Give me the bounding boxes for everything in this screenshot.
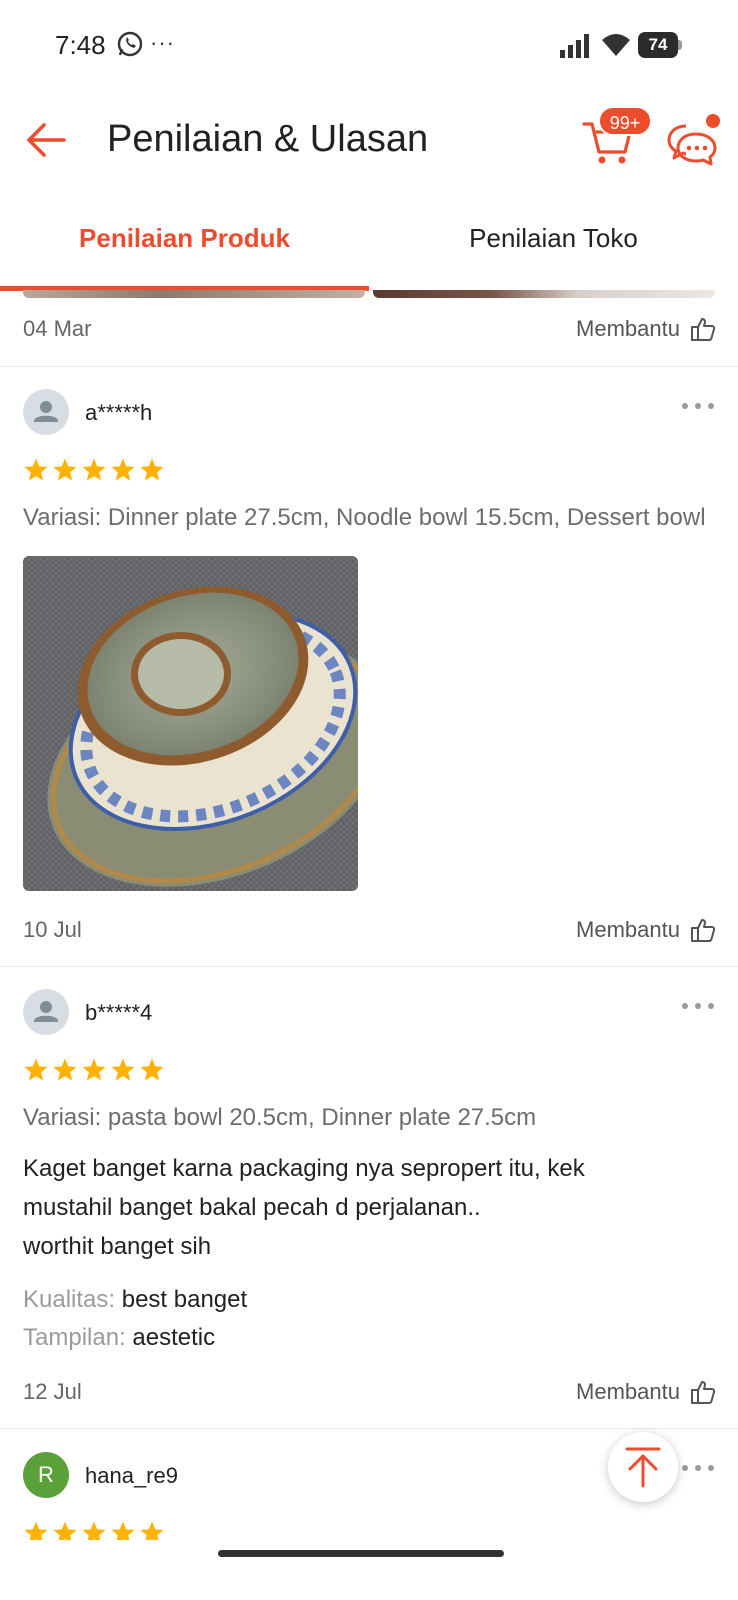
more-options-icon[interactable] <box>680 996 716 1016</box>
review-date: 04 Mar <box>23 316 92 341</box>
thumbs-up-icon <box>691 1381 716 1404</box>
cart-badge: 99+ <box>598 106 652 136</box>
cellular-signal-icon <box>560 34 590 58</box>
star-icon <box>82 458 106 481</box>
attribute-label: Kualitas: <box>23 1286 116 1313</box>
review-photo-partial[interactable] <box>23 290 365 298</box>
whatsapp-icon <box>116 30 144 58</box>
divider <box>0 366 738 367</box>
more-options-icon[interactable] <box>680 396 716 416</box>
more-options-icon[interactable] <box>680 1458 716 1478</box>
star-icon <box>24 1521 48 1540</box>
helpful-button[interactable]: Membantu <box>576 1379 716 1405</box>
review-attribute-quality: Kualitas: best banget <box>23 1286 247 1314</box>
divider <box>0 1428 738 1429</box>
status-bar: 7:48 ··· 74 <box>0 0 738 90</box>
star-icon <box>111 458 135 481</box>
review-text-line: worthit banget sih <box>23 1233 212 1260</box>
status-more-dots: ··· <box>150 30 175 55</box>
helpful-label: Membantu <box>576 917 680 942</box>
helpful-label: Membantu <box>576 316 680 341</box>
tab-penilaian-produk[interactable]: Penilaian Produk <box>0 190 369 286</box>
app-header: Penilaian & Ulasan 99+ <box>0 90 738 190</box>
rating-stars <box>23 1520 165 1540</box>
star-icon <box>53 458 77 481</box>
star-icon <box>53 1521 77 1540</box>
review-photo-partial[interactable] <box>373 290 715 298</box>
battery-level: 74 <box>638 32 678 58</box>
star-icon <box>140 458 164 481</box>
review-date: 12 Jul <box>23 1379 82 1404</box>
review-variation: Variasi: Dinner plate 27.5cm, Noodle bow… <box>23 504 706 531</box>
thumbs-up-icon <box>691 919 716 942</box>
review-photo[interactable] <box>23 556 358 891</box>
avatar[interactable] <box>23 989 69 1035</box>
review-text-line: mustahil banget bakal pecah d perjalanan… <box>23 1194 481 1221</box>
star-icon <box>82 1521 106 1540</box>
wifi-icon <box>600 32 632 58</box>
star-icon <box>140 1521 164 1540</box>
helpful-label: Membantu <box>576 1379 680 1404</box>
review-text: Kaget banget karna packaging nya seprope… <box>23 1149 713 1266</box>
chat-notification-dot <box>706 114 720 128</box>
rating-stars <box>23 457 165 483</box>
page-title: Penilaian & Ulasan <box>107 118 429 160</box>
star-icon <box>53 1058 77 1081</box>
star-icon <box>82 1058 106 1081</box>
star-icon <box>111 1058 135 1081</box>
scroll-to-top-button[interactable] <box>608 1432 678 1502</box>
review-username: hana_re9 <box>85 1463 178 1488</box>
attribute-label: Tampilan: <box>23 1324 126 1351</box>
review-variation: Variasi: pasta bowl 20.5cm, Dinner plate… <box>23 1104 537 1131</box>
star-icon <box>24 458 48 481</box>
avatar[interactable] <box>23 389 69 435</box>
attribute-value: best banget <box>121 1286 248 1313</box>
battery-icon: 74 <box>638 32 684 58</box>
arrow-up-icon <box>625 1447 661 1488</box>
star-icon <box>24 1058 48 1081</box>
review-username: a*****h <box>85 400 153 425</box>
star-icon <box>140 1058 164 1081</box>
review-attribute-appearance: Tampilan: aestetic <box>23 1324 215 1352</box>
star-icon <box>111 1521 135 1540</box>
status-time: 7:48 <box>55 30 106 60</box>
helpful-button[interactable]: Membantu <box>576 917 716 943</box>
divider <box>0 966 738 967</box>
back-arrow-icon[interactable] <box>22 116 70 164</box>
home-indicator[interactable] <box>218 1550 504 1557</box>
thumbs-up-icon <box>691 318 716 341</box>
attribute-value: aestetic <box>132 1324 216 1351</box>
avatar[interactable]: R <box>23 1452 69 1498</box>
review-username: b*****4 <box>85 1000 153 1025</box>
helpful-button[interactable]: Membantu <box>576 316 716 342</box>
tab-penilaian-toko[interactable]: Penilaian Toko <box>369 190 738 286</box>
rating-stars <box>23 1057 165 1083</box>
review-text-line: Kaget banget karna packaging nya seprope… <box>23 1155 585 1182</box>
review-date: 10 Jul <box>23 917 82 942</box>
tab-bar: Penilaian Produk Penilaian Toko <box>0 190 738 292</box>
